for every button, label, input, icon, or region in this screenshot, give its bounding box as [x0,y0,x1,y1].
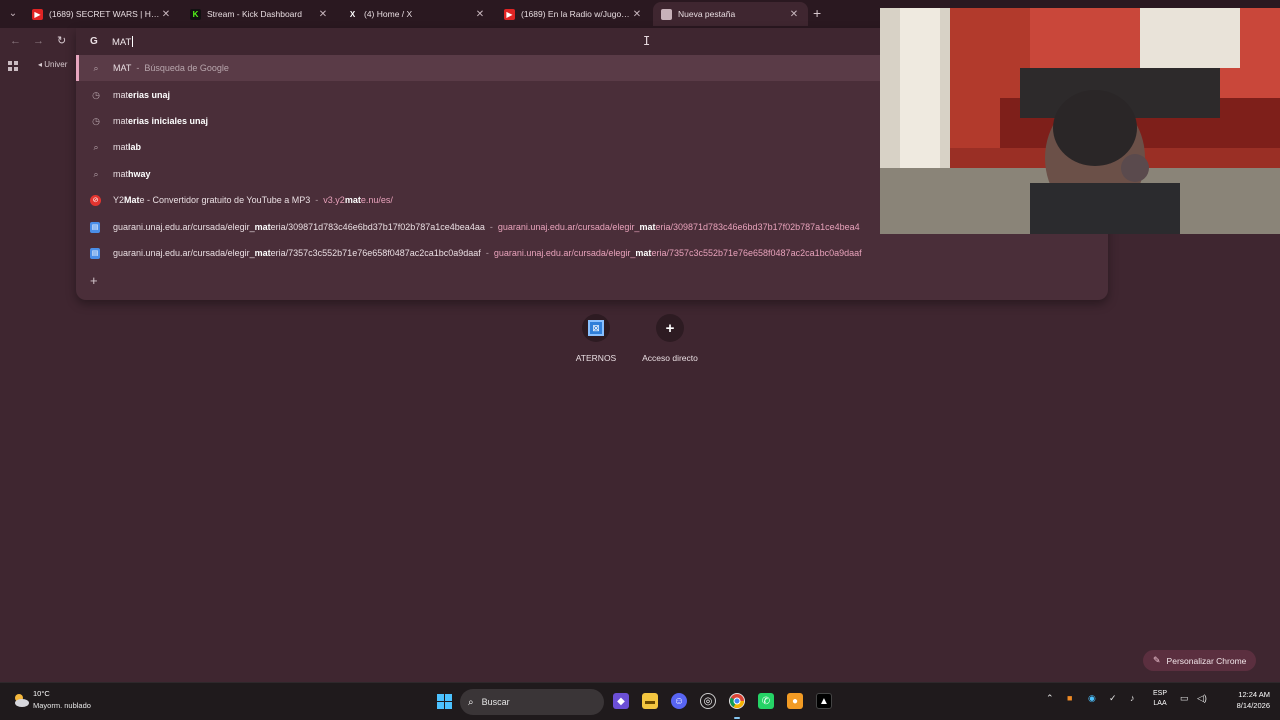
search-icon: ⌕ [93,168,99,179]
system-clock[interactable]: 12:24 AM 8/14/2026 [1218,689,1270,711]
clock-time: 12:24 AM [1238,690,1270,699]
aternos-icon: ⊠ [588,320,604,336]
history-icon: ◷ [92,89,100,100]
shortcut-add[interactable]: + Acceso directo [630,314,710,363]
tab-title: (4) Home / X [364,9,413,19]
file-explorer-icon[interactable]: ▬ [642,693,658,709]
webcam-image [880,8,1280,234]
suggestion-text: materias unaj [113,90,171,100]
suggestion-text: MAT - Búsqueda de Google [113,63,229,73]
close-icon[interactable]: ✕ [631,9,643,20]
tab-title: (1689) En la Radio w/Jugo! - Yo [521,9,631,19]
suggestion-text: materias iniciales unaj [113,116,209,126]
close-icon[interactable]: ✕ [317,9,329,20]
tab-en-la-radio[interactable]: ▶ (1689) En la Radio w/Jugo! - Yo ✕ [496,2,651,26]
search-label: Buscar [481,697,510,707]
tab-title: (1689) SECRET WARS | Historia [49,9,160,19]
tray-app-icon[interactable]: ■ [1067,693,1072,703]
youtube-icon: ▶ [32,8,43,20]
suggestion-text: guarani.unaj.edu.ar/cursada/elegir_mater… [113,248,862,258]
chevron-up-icon[interactable]: ⌃ [1046,693,1054,704]
tab-x-home[interactable]: X (4) Home / X ✕ [339,2,494,26]
whatsapp-icon[interactable]: ✆ [758,693,774,709]
windows-start-icon[interactable] [436,693,452,709]
microphone-icon[interactable]: ♪ [1130,693,1135,703]
taskbar-search[interactable]: ⌕ Buscar [460,689,604,715]
search-icon: ⌕ [93,62,99,73]
shortcut-label: Acceso directo [642,353,698,363]
google-icon: G [90,36,98,47]
language-indicator[interactable]: ESP LAA [1153,689,1167,709]
steam-icon[interactable]: ✓ [1109,693,1117,704]
add-icon[interactable]: + [90,273,98,288]
customize-label: Personalizar Chrome [1166,655,1247,666]
tab-kick-dashboard[interactable]: K Stream - Kick Dashboard ✕ [182,2,337,26]
webcam-overlay [880,8,1280,234]
customize-chrome-button[interactable]: ✎ Personalizar Chrome [1143,650,1257,671]
page-icon: ▤ [90,247,100,259]
cloud-sun-icon [15,694,29,707]
bookmark-label: Univer [44,60,68,69]
network-icon[interactable]: ▭ [1180,693,1189,704]
suggestion-row[interactable]: ▤ guarani.unaj.edu.ar/cursada/elegir_mat… [76,240,1108,266]
tray-app-icon[interactable]: ◉ [1088,693,1096,704]
kick-icon: K [190,8,201,20]
y2mate-icon: ⊘ [90,194,101,206]
suggestion-text: mathway [113,169,151,179]
discord-icon[interactable]: ☺ [671,693,687,709]
text-caret [132,36,134,47]
pencil-icon: ✎ [1153,655,1161,665]
chrome-icon [661,8,672,20]
suggestion-text: guarani.unaj.edu.ar/cursada/elegir_mater… [113,222,860,232]
history-icon: ◷ [92,115,100,126]
new-tab-button[interactable]: + [813,6,821,20]
chrome-icon[interactable] [729,693,745,709]
close-icon[interactable]: ✕ [474,9,486,20]
weather-temp: 10°C [33,689,50,698]
apps-grid-icon[interactable] [8,61,18,71]
reload-icon[interactable]: ↻ [57,34,66,48]
page-icon: ▤ [90,221,100,233]
suggestion-text: matlab [113,142,142,152]
shortcut-tile: + [656,314,684,342]
close-icon[interactable]: ✕ [788,9,800,20]
volume-icon[interactable]: ◁) [1197,693,1207,704]
forward-arrow-icon[interactable]: → [33,34,44,48]
back-arrow-icon[interactable]: ← [10,34,21,48]
tab-nueva-pestana[interactable]: Nueva pestaña ✕ [653,2,808,26]
tab-title: Nueva pestaña [678,9,736,19]
shortcut-label: ATERNOS [575,353,617,363]
clock-date: 8/14/2026 [1236,701,1270,710]
youtube-icon: ▶ [504,8,515,20]
tab-secret-wars[interactable]: ▶ (1689) SECRET WARS | Historia ✕ [24,2,180,26]
shortcut-aternos[interactable]: ⊠ ATERNOS [556,314,636,363]
taskbar: 10°C Mayorm. nublado ⌕ Buscar ◆ ▬ ☺ ◎ ✆ … [0,682,1280,720]
app-icon[interactable]: ▲ [816,693,832,709]
bookmark-item[interactable]: ◂ Univer [38,60,67,69]
active-app-indicator [734,717,740,719]
close-icon[interactable]: ✕ [160,9,172,20]
search-icon: ⌕ [93,141,99,152]
suggestion-text: Y2Mate - Convertidor gratuito de YouTube… [113,195,393,205]
shortcut-tile: ⊠ [582,314,610,342]
obs-icon[interactable]: ◎ [700,693,716,709]
add-icon: + [665,319,675,337]
address-input[interactable]: MAT [112,36,134,48]
tab-title: Stream - Kick Dashboard [207,9,302,19]
copilot-icon[interactable]: ◆ [613,693,629,709]
firefox-icon[interactable]: ● [787,693,803,709]
weather-condition: Mayorm. nublado [33,701,91,710]
text-cursor-icon: I [643,34,651,48]
x-icon: X [349,9,356,19]
tab-search-chevron-icon[interactable]: ⌄ [4,5,22,23]
search-icon: ⌕ [468,696,474,708]
